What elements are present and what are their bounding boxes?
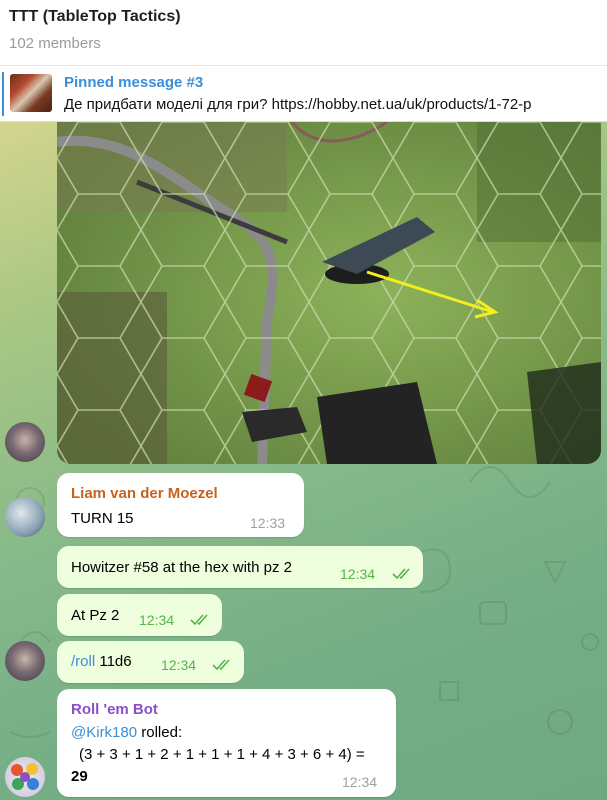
read-checkmarks-icon (392, 568, 410, 580)
message-text: @Kirk180 rolled: (71, 724, 182, 741)
sender-name[interactable]: Liam van der Moezel (71, 485, 218, 502)
group-avatar[interactable] (5, 641, 45, 681)
command-args: 11d6 (95, 653, 132, 670)
pin-thumbnail (10, 74, 52, 112)
sender-name[interactable]: Roll 'em Bot (71, 701, 158, 718)
group-avatar[interactable] (5, 422, 45, 462)
message-time: 12:34 (139, 612, 175, 628)
message-text: Howitzer #58 at the hex with pz 2 (71, 559, 292, 576)
message-time: 12:34 (342, 774, 378, 790)
chat-header[interactable]: TTT (TableTop Tactics) 102 members (0, 0, 607, 66)
outgoing-message-bubble[interactable]: At Pz 2 12:34 (57, 594, 222, 636)
chat-title: TTT (TableTop Tactics) (9, 8, 181, 25)
roll-result: 29 (71, 768, 88, 785)
message-text: At Pz 2 (71, 607, 120, 624)
message-text: /roll 11d6 (71, 653, 132, 670)
dice-bot-avatar[interactable] (5, 757, 45, 797)
read-checkmarks-icon (190, 614, 208, 626)
message-time: 12:34 (161, 657, 197, 673)
pinned-message-bar[interactable]: Pinned message #3 Де придбати моделі для… (0, 66, 607, 122)
message-text: TURN 15 (71, 510, 134, 527)
pinned-text: Де придбати моделі для гри? https://hobb… (64, 96, 532, 113)
bot-command-link[interactable]: /roll (71, 653, 95, 670)
read-checkmarks-icon (212, 659, 230, 671)
pinned-indicator (2, 72, 4, 116)
outgoing-message-bubble[interactable]: Howitzer #58 at the hex with pz 2 12:34 (57, 546, 423, 588)
dice-icon (11, 763, 39, 790)
message-time: 12:33 (250, 515, 286, 531)
bot-message-bubble[interactable]: Roll 'em Bot @Kirk180 rolled: (3 + 3 + 1… (57, 689, 396, 797)
rolled-label: rolled: (137, 724, 183, 741)
outgoing-message-bubble[interactable]: /roll 11d6 12:34 (57, 641, 244, 683)
member-count: 102 members (9, 35, 101, 52)
message-bubble[interactable]: Liam van der Moezel TURN 15 12:33 (57, 473, 304, 537)
user-mention-link[interactable]: @Kirk180 (71, 724, 137, 741)
pinned-title: Pinned message #3 (64, 74, 204, 91)
game-board-photo[interactable] (57, 122, 601, 464)
roll-formula: (3 + 3 + 1 + 2 + 1 + 1 + 1 + 4 + 3 + 6 +… (79, 746, 365, 763)
board-image (57, 122, 601, 464)
message-time: 12:34 (340, 566, 376, 582)
plane-avatar[interactable] (5, 497, 45, 537)
